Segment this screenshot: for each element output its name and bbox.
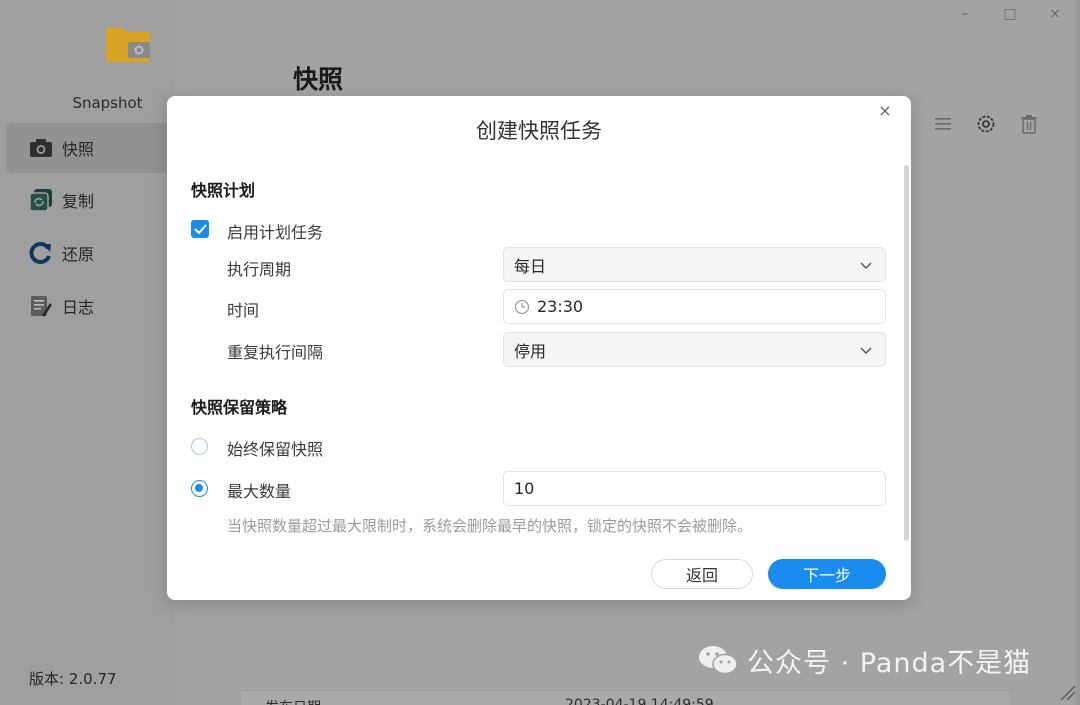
gear-icon[interactable] bbox=[974, 112, 998, 136]
next-button[interactable]: 下一步 bbox=[768, 559, 886, 589]
dialog-title: 创建快照任务 bbox=[476, 119, 602, 143]
always-keep-label[interactable]: 始终保留快照 bbox=[227, 436, 323, 460]
retention-section-title: 快照保留策略 bbox=[191, 398, 288, 417]
window-edge bbox=[1076, 0, 1080, 705]
max-count-value: 10 bbox=[514, 479, 535, 498]
background-table-cell: 2023-04-19 14:49:59 bbox=[565, 697, 714, 705]
page-title: 快照 bbox=[293, 65, 344, 94]
sidebar-item-log[interactable]: 日志 bbox=[6, 281, 170, 331]
sidebar-item-label: 快照 bbox=[62, 140, 95, 159]
minimize-button[interactable]: – bbox=[955, 4, 975, 24]
snapshot-folder-logo bbox=[106, 28, 150, 62]
max-count-input[interactable]: 10 bbox=[503, 471, 886, 506]
retention-hint: 当快照数量超过最大限制时，系统会删除最早的快照，锁定的快照不会被删除。 bbox=[227, 517, 753, 535]
wechat-icon bbox=[699, 646, 738, 675]
sidebar-item-label: 日志 bbox=[62, 298, 95, 317]
always-keep-radio[interactable] bbox=[191, 438, 208, 455]
watermark: 公众号 · Panda不是猫 bbox=[697, 640, 1031, 680]
period-label: 执行周期 bbox=[227, 260, 292, 279]
repeat-interval-select[interactable]: 停用 bbox=[503, 332, 886, 367]
sidebar: Snapshot 快照 复制 还原 日志 版本: 2.0.77 bbox=[0, 0, 175, 705]
enable-schedule-checkbox[interactable] bbox=[191, 220, 209, 238]
resize-grip-icon[interactable] bbox=[1058, 683, 1076, 701]
log-icon bbox=[28, 293, 54, 319]
watermark-text: 公众号 · Panda不是猫 bbox=[747, 647, 1032, 679]
camera-icon bbox=[28, 135, 54, 161]
app-name: Snapshot bbox=[72, 94, 143, 112]
period-select[interactable]: 每日 bbox=[503, 247, 886, 282]
create-snapshot-task-dialog: 创建快照任务 × 快照计划 启用计划任务 执行周期 每日 时间 23:30 重复… bbox=[167, 96, 911, 600]
time-label: 时间 bbox=[227, 301, 260, 320]
time-input-value: 23:30 bbox=[537, 297, 584, 316]
background-table-cell: 发布日期 bbox=[265, 697, 321, 705]
version-label: 版本: 2.0.77 bbox=[29, 670, 117, 688]
chevron-down-icon bbox=[860, 262, 872, 269]
copy-icon bbox=[28, 187, 54, 213]
enable-schedule-label[interactable]: 启用计划任务 bbox=[227, 219, 323, 243]
repeat-interval-label: 重复执行间隔 bbox=[227, 343, 324, 362]
chevron-down-icon bbox=[860, 347, 872, 354]
max-count-label[interactable]: 最大数量 bbox=[227, 478, 291, 502]
restore-icon bbox=[28, 240, 54, 266]
back-button[interactable]: 返回 bbox=[651, 559, 753, 589]
repeat-interval-value: 停用 bbox=[514, 341, 547, 361]
dialog-scrollbar[interactable] bbox=[904, 165, 909, 541]
trash-icon[interactable] bbox=[1017, 112, 1041, 136]
list-icon[interactable] bbox=[931, 112, 955, 136]
clock-icon bbox=[514, 299, 530, 315]
maximize-button[interactable]: □ bbox=[1000, 4, 1020, 24]
sidebar-item-restore[interactable]: 还原 bbox=[6, 228, 170, 278]
time-input[interactable]: 23:30 bbox=[503, 289, 886, 324]
sidebar-item-copy[interactable]: 复制 bbox=[6, 175, 170, 225]
background-table-row: 发布日期 2023-04-19 14:49:59 bbox=[241, 690, 1009, 705]
period-select-value: 每日 bbox=[514, 256, 547, 276]
sidebar-item-snapshot[interactable]: 快照 bbox=[6, 123, 170, 173]
checkmark-icon bbox=[193, 224, 207, 234]
sidebar-item-label: 还原 bbox=[62, 245, 95, 264]
max-count-radio[interactable] bbox=[191, 480, 208, 497]
dialog-close-button[interactable]: × bbox=[876, 102, 894, 120]
close-window-button[interactable]: × bbox=[1045, 4, 1065, 24]
sidebar-item-label: 复制 bbox=[62, 192, 95, 211]
schedule-section-title: 快照计划 bbox=[191, 181, 256, 200]
